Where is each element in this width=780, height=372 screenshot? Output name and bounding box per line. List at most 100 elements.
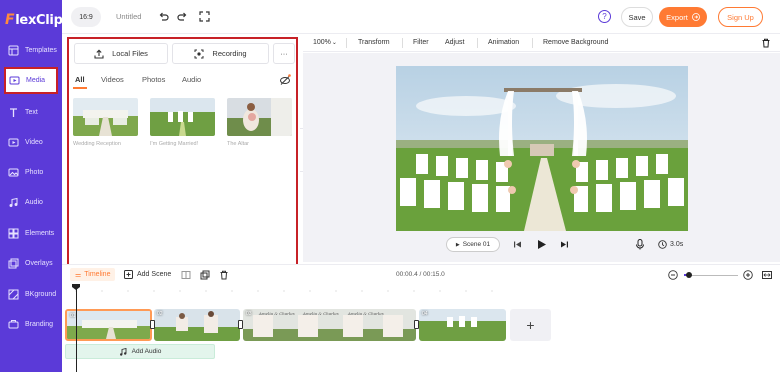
- sidebar-item-text[interactable]: Text: [0, 98, 62, 126]
- recording-label: Recording: [212, 49, 247, 58]
- scene-selector[interactable]: ▶ Scene 01: [446, 237, 500, 252]
- flexclip-logo[interactable]: FlexClip: [5, 10, 63, 30]
- video-canvas[interactable]: [396, 66, 688, 231]
- arrow-right-icon: [691, 13, 700, 21]
- remove-background-button[interactable]: Remove Background: [543, 39, 608, 46]
- trash-icon[interactable]: [761, 38, 771, 48]
- tab-audio[interactable]: Audio: [182, 75, 201, 84]
- transform-button[interactable]: Transform: [358, 39, 390, 46]
- sidebar-item-photo[interactable]: Photo: [0, 158, 62, 186]
- background-icon: [8, 289, 19, 300]
- fit-timeline-icon[interactable]: [762, 270, 772, 280]
- sidebar-item-video[interactable]: Video: [0, 128, 62, 156]
- zoom-dropdown[interactable]: 100%⌄: [313, 39, 337, 46]
- sidebar-item-label: Templates: [25, 46, 57, 54]
- text-icon: [8, 107, 19, 118]
- zoom-in-icon[interactable]: [743, 270, 753, 280]
- media-thumbnail[interactable]: [150, 98, 215, 136]
- sidebar-item-media[interactable]: Media: [4, 67, 58, 94]
- timeline-header: ⚌ Timeline Add Scene 00:00.4 / 00:15.0: [62, 264, 780, 284]
- split-icon[interactable]: [181, 270, 191, 280]
- export-label: Export: [666, 12, 688, 22]
- play-small-icon: ▶: [455, 241, 460, 248]
- media-item-label: Wedding Reception: [73, 141, 121, 147]
- transition-handle[interactable]: [414, 320, 419, 329]
- aspect-ratio-button[interactable]: 16:9: [71, 7, 101, 27]
- divider: [402, 38, 403, 48]
- sidebar-item-background[interactable]: BKground: [0, 280, 62, 308]
- media-item-label: I'm Getting Married!: [150, 141, 199, 147]
- transition-handle[interactable]: [150, 320, 155, 329]
- video-icon: [8, 137, 19, 148]
- undo-icon[interactable]: [157, 10, 170, 23]
- media-item-label: The Altar: [227, 141, 250, 147]
- sidebar-item-label: Video: [25, 138, 43, 146]
- add-clip-button[interactable]: +: [510, 309, 551, 341]
- playhead[interactable]: [76, 284, 77, 372]
- templates-icon: [8, 45, 19, 56]
- sidebar-item-elements[interactable]: Elements: [0, 219, 62, 247]
- local-files-button[interactable]: Local Files: [74, 43, 168, 64]
- svg-text:Amelia & Charles: Amelia & Charles: [258, 311, 295, 316]
- sidebar-item-label: Overlays: [25, 259, 53, 267]
- next-icon[interactable]: [559, 239, 570, 250]
- add-audio-button[interactable]: Add Audio: [65, 344, 215, 359]
- timeline-track: 01 02 Amelia & Charles Amelia & Charles A…: [62, 284, 780, 372]
- scene-label: Scene 01: [462, 241, 491, 248]
- zoom-out-icon[interactable]: [668, 270, 678, 280]
- add-audio-label: Add Audio: [131, 348, 162, 355]
- divider: [477, 38, 478, 48]
- overlays-icon: [8, 258, 19, 269]
- media-thumbnail[interactable]: [73, 98, 138, 136]
- help-icon[interactable]: ?: [598, 10, 611, 23]
- svg-text:Amelia & Charles: Amelia & Charles: [302, 311, 339, 316]
- recording-button[interactable]: Recording: [172, 43, 269, 64]
- scene-duration[interactable]: 3.0s: [658, 240, 683, 249]
- previous-icon[interactable]: [512, 239, 523, 250]
- preview-area: ▶ Scene 01 3.0s: [303, 53, 780, 262]
- media-panel: Local Files Recording ··· All Videos Pho…: [67, 37, 298, 266]
- sidebar-item-overlays[interactable]: Overlays: [0, 249, 62, 277]
- timeline-clip[interactable]: Amelia & Charles Amelia & Charles Amelia …: [243, 309, 416, 341]
- local-files-label: Local Files: [112, 49, 148, 58]
- media-thumbnail[interactable]: [227, 98, 292, 136]
- timeline-tab[interactable]: ⚌ Timeline: [70, 268, 116, 281]
- play-icon[interactable]: [535, 238, 547, 250]
- media-icon: [9, 75, 20, 86]
- tab-all[interactable]: All: [75, 75, 85, 84]
- clip-number: 03: [246, 311, 252, 317]
- hide-used-icon[interactable]: [279, 74, 291, 86]
- sign-up-button[interactable]: Sign Up: [718, 7, 763, 27]
- save-button[interactable]: Save: [621, 7, 653, 27]
- app-root: FlexClip Templates Media Text Video Phot…: [0, 0, 780, 372]
- zoom-slider-handle[interactable]: [686, 272, 693, 278]
- animation-button[interactable]: Animation: [488, 39, 519, 46]
- timeline-clip[interactable]: 01: [65, 309, 152, 341]
- sidebar-item-label: Text: [25, 108, 38, 116]
- zoom-slider-track[interactable]: [684, 275, 738, 276]
- sidebar-item-audio[interactable]: Audio: [0, 188, 62, 216]
- timeline-ruler: [75, 290, 493, 292]
- export-button[interactable]: Export: [659, 7, 707, 27]
- audio-icon: [8, 197, 19, 208]
- timeline-clip[interactable]: 04: [419, 309, 506, 341]
- sidebar-item-templates[interactable]: Templates: [0, 36, 62, 64]
- transition-handle[interactable]: [238, 320, 243, 329]
- duplicate-icon[interactable]: [200, 270, 210, 280]
- music-note-icon: [119, 347, 127, 356]
- add-scene-button[interactable]: Add Scene: [124, 270, 171, 279]
- tab-videos[interactable]: Videos: [101, 75, 124, 84]
- fullscreen-icon[interactable]: [198, 10, 211, 23]
- logo-text: lexClip: [15, 12, 63, 28]
- filter-button[interactable]: Filter: [413, 39, 429, 46]
- more-options-button[interactable]: ···: [273, 43, 295, 64]
- top-bar: 16:9 Untitled ? Save Export Sign Up: [62, 0, 780, 34]
- timeline-clip[interactable]: 02: [154, 309, 240, 341]
- sidebar-item-branding[interactable]: Branding: [0, 310, 62, 338]
- adjust-button[interactable]: Adjust: [445, 39, 464, 46]
- tab-photos[interactable]: Photos: [142, 75, 165, 84]
- microphone-icon[interactable]: [634, 239, 645, 250]
- delete-icon[interactable]: [219, 270, 229, 280]
- project-title[interactable]: Untitled: [116, 12, 141, 21]
- redo-icon[interactable]: [176, 10, 189, 23]
